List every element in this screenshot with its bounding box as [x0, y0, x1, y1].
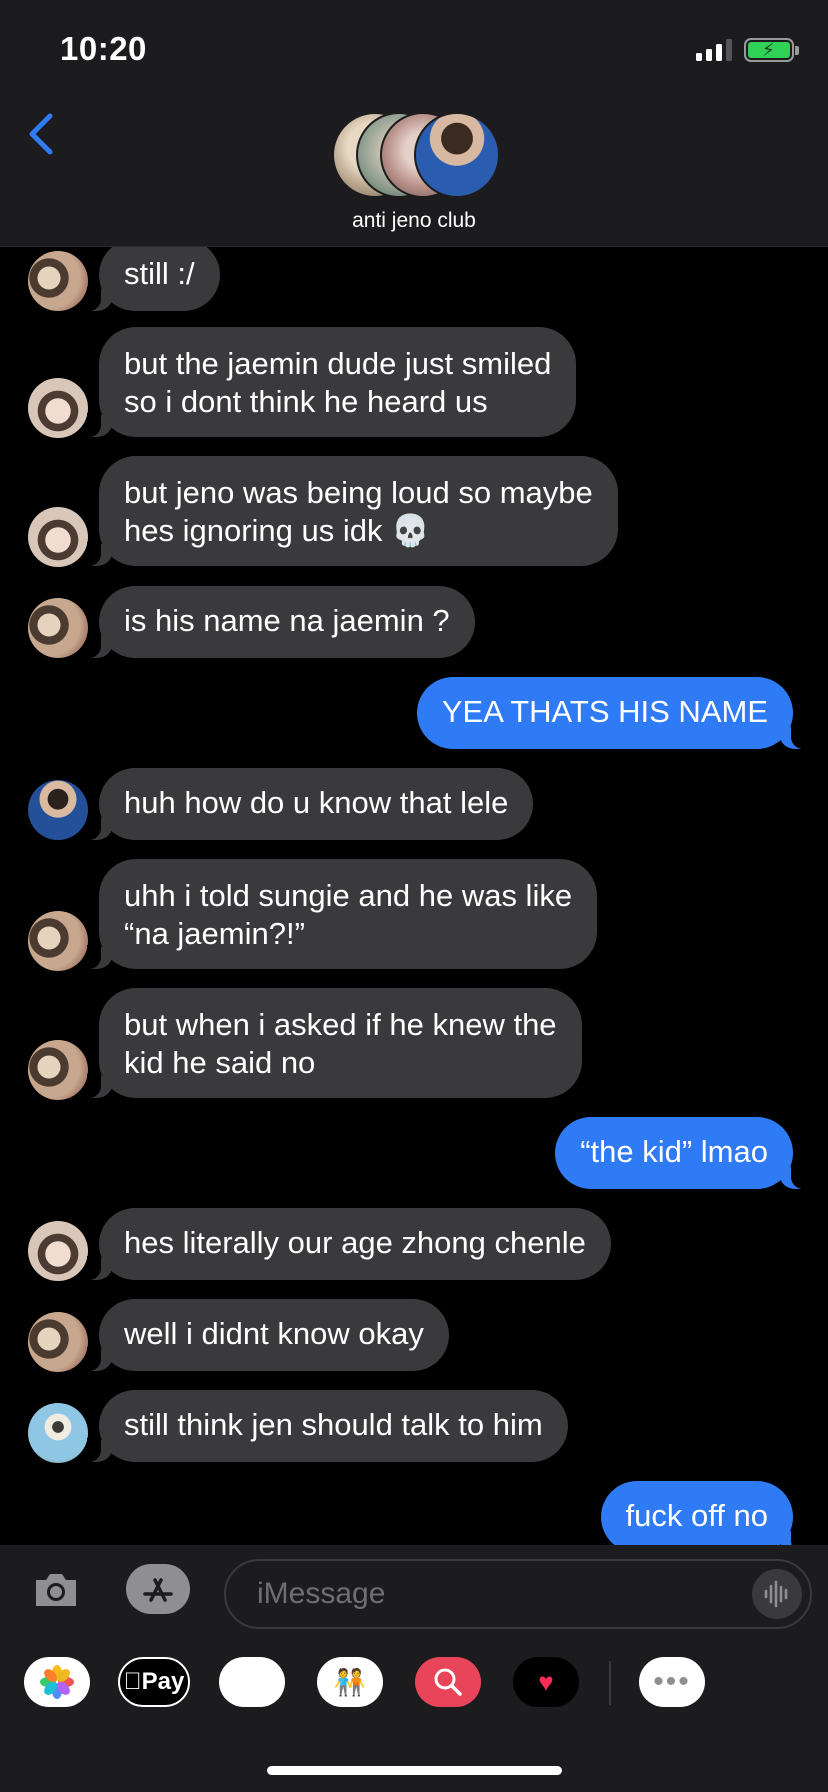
- incoming-message-bubble[interactable]: but when i asked if he knew the kid he s…: [87, 988, 582, 1098]
- sender-avatar: [28, 507, 88, 567]
- incoming-message-bubble[interactable]: still think jen should talk to him: [87, 1390, 568, 1462]
- battery-charging-icon: ⚡: [744, 38, 799, 62]
- sender-avatar: [28, 1221, 88, 1281]
- incoming-message-bubble[interactable]: huh how do u know that lele: [86, 768, 534, 840]
- outgoing-message-bubble[interactable]: fuck off no: [600, 1481, 806, 1545]
- home-indicator[interactable]: [267, 1766, 562, 1775]
- app-drawer: Pay 🐵 🧑‍🤝‍🧑 ♥ •••: [0, 1657, 828, 1727]
- camera-icon[interactable]: [32, 1570, 80, 1610]
- heart-icon: ♥: [538, 1666, 554, 1697]
- sender-avatar: [28, 911, 88, 971]
- digital-touch-icon[interactable]: ♥: [513, 1657, 579, 1707]
- cellular-signal-icon: [696, 39, 732, 61]
- more-apps-icon[interactable]: •••: [639, 1657, 705, 1707]
- sender-avatar: [28, 1312, 88, 1372]
- monkey-icon: 🐵: [236, 1666, 268, 1697]
- incoming-message-bubble[interactable]: but jeno was being loud so maybe hes ign…: [87, 456, 618, 566]
- waveform-icon: [764, 1580, 788, 1608]
- sender-avatar: [28, 780, 88, 840]
- group-name[interactable]: anti jeno club: [0, 209, 828, 233]
- photos-flower-icon: [40, 1665, 74, 1699]
- compose-bar: iMessage: [0, 1545, 828, 1792]
- back-chevron-icon[interactable]: [26, 112, 56, 156]
- apple-pay-icon[interactable]: Pay: [118, 1657, 190, 1707]
- photos-app-icon[interactable]: [24, 1657, 90, 1707]
- outgoing-message-bubble[interactable]: “the kid” lmao: [555, 1117, 805, 1189]
- outgoing-message-bubble[interactable]: YEA THATS HIS NAME: [416, 677, 806, 749]
- memoji-icon[interactable]: 🧑‍🤝‍🧑: [317, 1657, 383, 1707]
- app-store-icon[interactable]: [126, 1564, 190, 1614]
- status-indicators: ⚡: [696, 38, 799, 62]
- message-input[interactable]: iMessage: [224, 1559, 812, 1629]
- sender-avatar: [28, 1040, 88, 1100]
- animoji-icon[interactable]: 🐵: [219, 1657, 285, 1707]
- incoming-message-bubble[interactable]: is his name na jaemin ?: [87, 586, 475, 658]
- sender-avatar: [28, 1403, 88, 1463]
- app-store-glyph-icon: [143, 1578, 173, 1602]
- ellipsis-icon: •••: [653, 1665, 691, 1698]
- group-avatar-stack[interactable]: [332, 112, 500, 198]
- incoming-message-bubble[interactable]: still :/: [87, 247, 220, 311]
- incoming-message-bubble[interactable]: but the jaemin dude just smiled so i don…: [86, 327, 577, 437]
- app-drawer-divider: [609, 1661, 611, 1705]
- apple-logo-icon: : [124, 1668, 142, 1696]
- memoji-faces-icon: 🧑‍🤝‍🧑: [333, 1666, 367, 1697]
- incoming-message-bubble[interactable]: hes literally our age zhong chenle: [87, 1208, 611, 1280]
- audio-message-icon[interactable]: [752, 1569, 802, 1619]
- magnifier-globe-icon: [434, 1668, 462, 1696]
- status-time: 10:20: [60, 30, 147, 67]
- sender-avatar: [28, 598, 88, 658]
- member-avatar: [414, 112, 500, 198]
- apple-pay-label: Pay: [132, 1668, 185, 1695]
- sender-avatar: [28, 251, 88, 311]
- incoming-message-bubble[interactable]: well i didnt know okay: [87, 1299, 449, 1371]
- message-thread[interactable]: still :/ but the jaemin dude just smiled…: [0, 247, 828, 1545]
- incoming-message-bubble[interactable]: uhh i told sungie and he was like “na ja…: [86, 859, 598, 969]
- message-input-placeholder: iMessage: [257, 1577, 386, 1610]
- sender-avatar: [28, 378, 88, 438]
- conversation-header: 10:20 ⚡ anti jeno club: [0, 0, 828, 247]
- image-search-icon[interactable]: [415, 1657, 481, 1707]
